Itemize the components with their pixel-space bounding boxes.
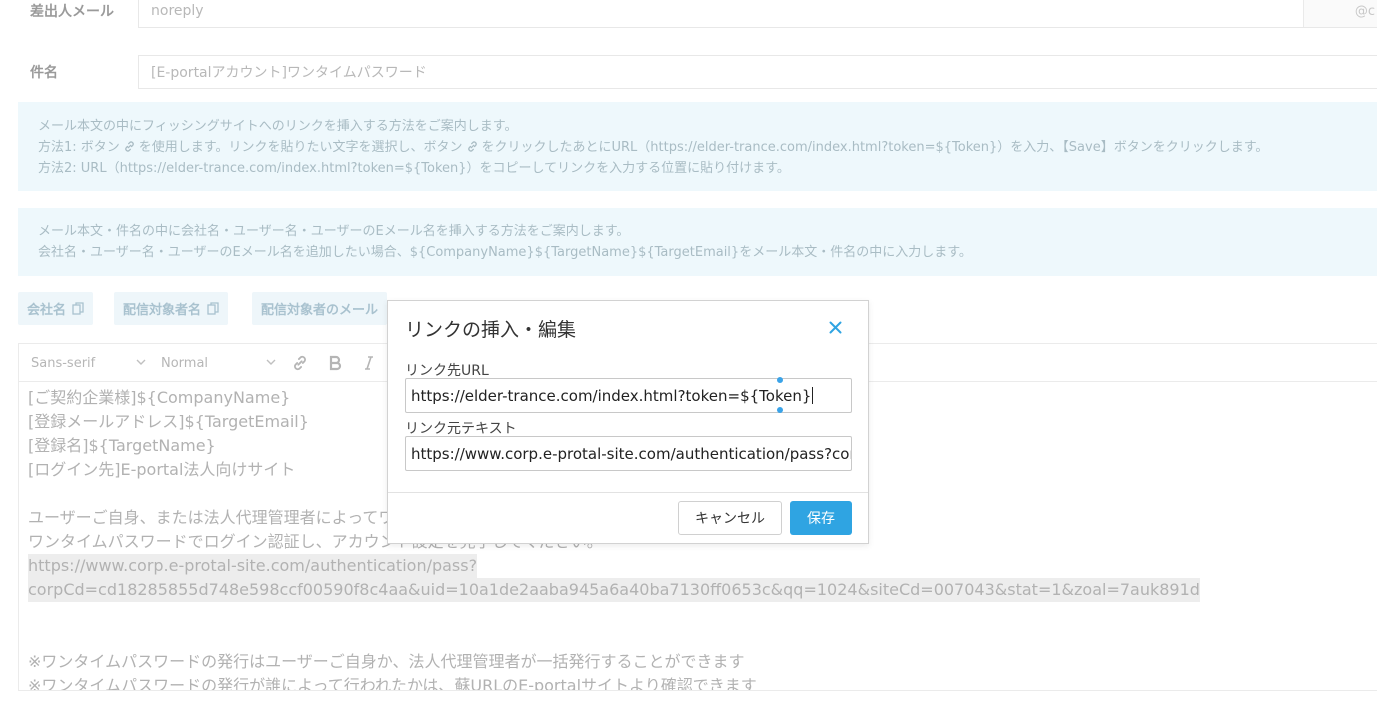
chevron-down-icon [266,359,276,365]
sender-label: 差出人メール [30,4,114,20]
url-label: リンク先URL [405,363,489,379]
bold-icon [329,355,342,371]
variables-instructions-line1: メール本文・件名の中に会社名・ユーザー名・ユーザーのEメール名を挿入する方法をご… [38,224,630,239]
link-text-input[interactable]: https://www.corp.e-protal-site.com/authe… [405,436,852,471]
link-instructions-line3: 方法2: URL（https://elder-trance.com/index.… [38,161,790,176]
editor-line: ※ワンタイムパスワードの発行が誰によって行われたかは、蘇URLのE-portal… [28,676,757,691]
url-input[interactable]: https://elder-trance.com/index.html?toke… [405,378,852,413]
close-button[interactable] [826,318,844,336]
link-icon [294,355,306,371]
dialog-divider [388,492,868,493]
subject-input[interactable]: [E-portalアカウント]ワンタイムパスワード [138,55,1377,89]
insert-company-name-button[interactable]: 会社名 [18,292,94,325]
editor-selected-link-line: corpCd=cd18285855d748e598ccf00590f8c4aa&… [28,578,1200,602]
chevron-down-icon [136,359,146,365]
link-instructions-box: メール本文の中にフィッシングサイトへのリンクを挿入する方法をご案内します。 方法… [18,102,1377,191]
copy-icon [72,302,84,315]
link-edit-dialog: リンクの挿入・編集 リンク先URL https://elder-trance.c… [387,300,869,544]
copy-icon [207,302,219,315]
subject-value: [E-portalアカウント]ワンタイムパスワード [151,65,427,81]
selection-handle[interactable] [777,407,783,413]
link-text-input-value: https://www.corp.e-protal-site.com/authe… [411,444,852,463]
sender-row: 差出人メール noreply @c [18,0,1377,28]
italic-button[interactable] [360,354,378,372]
font-family-select[interactable]: Sans-serif [31,344,95,382]
link-icon [467,141,477,152]
link-instructions-line1: メール本文の中にフィッシングサイトへのリンクを挿入する方法をご案内します。 [38,119,518,134]
sender-value: noreply [151,3,204,19]
link-icon [125,141,134,152]
insert-target-email-button[interactable]: 配信対象者のメール [252,292,388,325]
sender-domain-addon: @c [1303,0,1377,27]
editor-line: ※ワンタイムパスワードの発行はユーザーご自身か、法人代理管理者が一括発行すること… [28,652,745,671]
bold-button[interactable] [326,354,344,372]
save-button[interactable]: 保存 [790,501,852,535]
url-input-value: https://elder-trance.com/index.html?toke… [411,386,812,405]
variables-instructions-box: メール本文・件名の中に会社名・ユーザー名・ユーザーのEメール名を挿入する方法をご… [18,208,1377,276]
link-instructions-line2: 方法1: ボタン を使用します。リンクを貼りたい文字を選択し、ボタン をクリックした… [38,140,1269,155]
variables-instructions-line2: 会社名・ユーザー名・ユーザーのEメール名を追加したい場合、${CompanyNa… [38,245,972,260]
editor-selected-link-line: https://www.corp.e-protal-site.com/authe… [28,554,478,578]
insert-target-name-button[interactable]: 配信対象者名 [114,292,229,325]
text-caret [812,387,814,404]
italic-icon [365,356,373,370]
selection-handle[interactable] [777,377,783,383]
link-button[interactable] [291,354,309,372]
sender-input[interactable]: noreply @c [138,0,1377,28]
dialog-title: リンクの挿入・編集 [405,319,577,341]
link-text-label: リンク元テキスト [405,421,517,437]
subject-label: 件名 [30,65,58,81]
font-size-select[interactable]: Normal [161,344,208,382]
cancel-button[interactable]: キャンセル [678,501,782,535]
subject-row: 件名 [E-portalアカウント]ワンタイムパスワード [18,55,1377,89]
close-icon [829,321,841,333]
